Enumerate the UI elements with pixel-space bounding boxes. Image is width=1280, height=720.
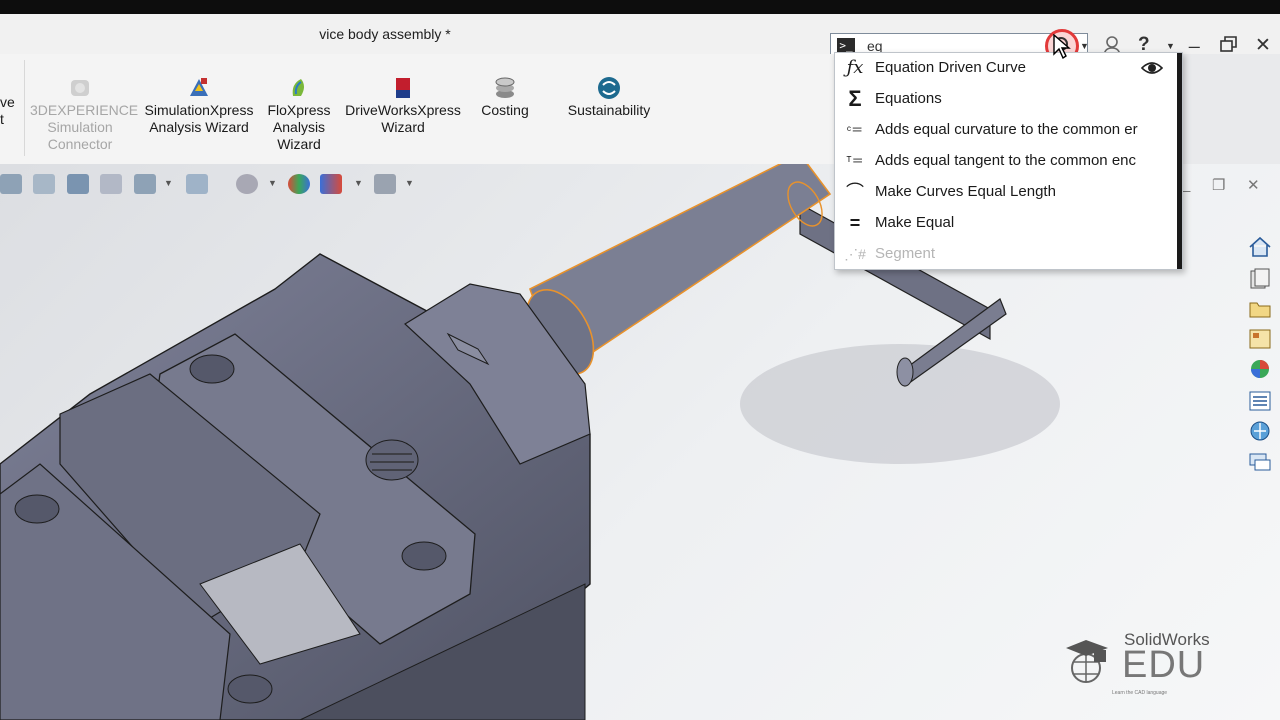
- previous-view-icon[interactable]: [67, 174, 89, 194]
- view-palette-icon[interactable]: [1248, 328, 1274, 352]
- equal-curvature-icon: ᶜ＝: [846, 123, 864, 137]
- restore-icon[interactable]: [1220, 36, 1238, 58]
- ribbon-cut-button[interactable]: ve t: [0, 94, 15, 128]
- hide-show-items-icon[interactable]: [236, 174, 258, 194]
- dropdown-item-label: Make Curves Equal Length: [875, 183, 1056, 200]
- floxpress-button[interactable]: FloXpress Analysis Wizard: [266, 76, 332, 153]
- dropdown-item-make-curves-equal-length[interactable]: ⌒ Make Curves Equal Length: [835, 177, 1175, 208]
- dropdown-scroll-edge: [1177, 53, 1182, 269]
- task-pane-tabs: [1244, 232, 1280, 482]
- graduation-globe-logo: [1066, 640, 1108, 683]
- document-title: vice body assembly *: [319, 26, 451, 42]
- dropdown-item-equal-curvature[interactable]: ᶜ＝ Adds equal curvature to the common er: [835, 115, 1175, 146]
- driveworksxpress-label: DriveWorksXpress Wizard: [345, 102, 461, 135]
- search-options-caret-icon[interactable]: ▼: [1080, 41, 1089, 51]
- view-orientation-icon[interactable]: [134, 174, 156, 194]
- floxpress-label: FloXpress Analysis Wizard: [267, 102, 331, 152]
- home-icon[interactable]: [1248, 236, 1274, 260]
- costing-label: Costing: [481, 102, 529, 118]
- apply-scene-caret-icon[interactable]: ▼: [354, 178, 376, 198]
- close-icon[interactable]: ✕: [1255, 34, 1271, 57]
- view-orientation-caret-icon[interactable]: ▼: [164, 178, 186, 198]
- design-library-icon[interactable]: [1248, 268, 1274, 292]
- dropdown-item-segment[interactable]: ⋰# Segment: [835, 239, 1175, 270]
- help-caret-icon[interactable]: ▼: [1166, 41, 1175, 51]
- view-settings-caret-icon[interactable]: ▼: [405, 178, 427, 198]
- top-black-strip: [0, 0, 1280, 14]
- ribbon-cut-label-1: ve: [0, 94, 15, 110]
- sigma-icon: Σ: [848, 86, 862, 111]
- simulationxpress-label: SimulationXpress Analysis Wizard: [144, 102, 254, 135]
- section-view-icon[interactable]: [100, 174, 122, 194]
- ribbon-cut-label-2: t: [0, 111, 4, 127]
- sustainability-icon: [597, 76, 621, 100]
- solidworks-resources-icon[interactable]: [1248, 420, 1274, 444]
- title-bar: vice body assembly * >_ eq ▼ ? ▼ _ ✕: [0, 14, 1280, 63]
- dropdown-item-make-equal[interactable]: = Make Equal: [835, 208, 1175, 239]
- search-commands-dropdown: ƒx Equation Driven Curve Σ Equations ᶜ＝ …: [834, 52, 1183, 270]
- heads-up-view-toolbar: ▼ ▼ ▼ ▼: [0, 164, 440, 204]
- simulationxpress-icon: [187, 76, 211, 100]
- costing-icon: [493, 76, 517, 100]
- 3dexperience-label: 3DEXPERIENCE Simulation Connector: [30, 102, 139, 152]
- dropdown-item-equations[interactable]: Σ Equations: [835, 84, 1175, 115]
- floxpress-icon: [287, 76, 311, 100]
- dropdown-item-label: Segment: [875, 245, 936, 262]
- mouse-cursor-icon: [1053, 34, 1071, 60]
- edit-appearance-icon[interactable]: [288, 174, 310, 194]
- 3dexperience-simulation-connector-button[interactable]: 3DEXPERIENCE Simulation Connector: [30, 76, 138, 153]
- driveworksxpress-icon: [391, 76, 415, 100]
- watermark-tagline: Learn the CAD language: [1112, 690, 1168, 696]
- equal-length-icon: ⌒: [846, 182, 864, 202]
- sustainability-button[interactable]: Sustainability: [560, 76, 658, 119]
- dropdown-item-equation-driven-curve[interactable]: ƒx Equation Driven Curve: [835, 53, 1175, 84]
- show-command-location-eye-icon[interactable]: [1140, 58, 1164, 78]
- dropdown-item-label: Make Equal: [875, 214, 955, 231]
- segment-icon: ⋰#: [844, 246, 866, 262]
- simulationxpress-button[interactable]: SimulationXpress Analysis Wizard: [140, 76, 258, 136]
- ribbon-separator: [24, 60, 25, 156]
- forum-icon[interactable]: [1248, 452, 1274, 476]
- apply-scene-icon[interactable]: [320, 174, 342, 194]
- equal-tangent-icon: ᵀ＝: [846, 154, 864, 168]
- viewport-restore-icon[interactable]: ❐: [1212, 176, 1225, 194]
- equal-icon: =: [849, 213, 861, 233]
- dropdown-item-equal-tangent[interactable]: ᵀ＝ Adds equal tangent to the common enc: [835, 146, 1175, 177]
- viewport-close-icon[interactable]: ✕: [1247, 176, 1260, 194]
- display-style-icon[interactable]: [186, 174, 208, 194]
- sustainability-label: Sustainability: [567, 102, 651, 118]
- equation-curve-icon: ƒx: [846, 57, 864, 78]
- driveworksxpress-button[interactable]: DriveWorksXpress Wizard: [342, 76, 464, 136]
- dropdown-item-label: Adds equal curvature to the common er: [875, 121, 1138, 138]
- dropdown-item-label: Adds equal tangent to the common enc: [875, 152, 1137, 169]
- watermark-edu: EDU: [1122, 644, 1206, 686]
- zoom-to-fit-icon[interactable]: [0, 174, 22, 194]
- minimize-icon[interactable]: _: [1189, 28, 1200, 50]
- file-explorer-icon[interactable]: [1248, 298, 1274, 322]
- viewport-minimize-icon[interactable]: _: [1182, 176, 1190, 193]
- command-manager-ribbon: ve t 3DEXPERIENCE Simulation Connector S…: [0, 54, 835, 165]
- hide-show-caret-icon[interactable]: ▼: [268, 178, 290, 198]
- 3dexperience-icon: [68, 76, 92, 100]
- zoom-to-area-icon[interactable]: [33, 174, 55, 194]
- costing-button[interactable]: Costing: [474, 76, 536, 119]
- view-settings-icon[interactable]: [374, 174, 396, 194]
- dropdown-item-label: Equation Driven Curve: [875, 59, 1026, 76]
- appearances-icon[interactable]: [1248, 358, 1274, 382]
- dropdown-item-label: Equations: [875, 90, 942, 107]
- custom-properties-icon[interactable]: [1248, 390, 1274, 414]
